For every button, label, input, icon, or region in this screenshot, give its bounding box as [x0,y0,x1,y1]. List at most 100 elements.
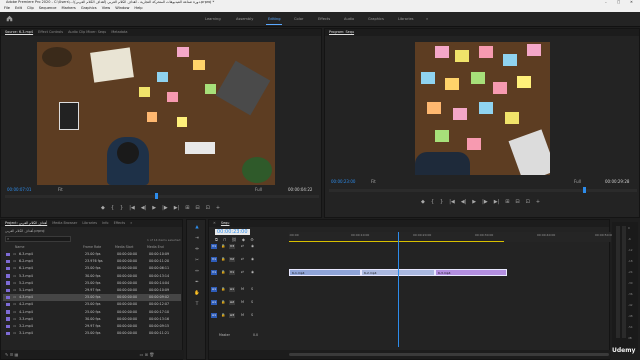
tab-info[interactable]: Info [102,220,108,227]
play-button[interactable]: ▶ [152,205,156,211]
program-mark-in-button[interactable]: { [431,199,434,205]
track-label[interactable]: V2 [229,257,235,262]
menu-graphics[interactable]: Graphics [81,5,97,12]
program-play-button[interactable]: ▶ [472,199,476,205]
program-go-to-out-button[interactable]: ▶| [494,199,500,205]
menu-sequence[interactable]: Sequence [39,5,57,12]
program-step-back-button[interactable]: ◀| [461,199,467,205]
workspace-libraries[interactable]: Libraries [398,17,414,21]
eye-icon[interactable]: ◉ [251,256,254,263]
clip-color-label[interactable] [6,331,10,336]
eye-icon[interactable]: ◉ [251,243,254,250]
track-select-tool-icon[interactable]: ⇥ [194,236,200,242]
project-item-row[interactable]: ▭ 4-3.mp4 25.00 fps 00:00:00:00 00:00:09:02 [3,294,181,301]
mute-icon[interactable]: M [241,286,244,293]
track-header-a1[interactable]: A1 🔒 A1 M S [209,286,285,293]
menu-view[interactable]: View [102,5,111,12]
workspace-more[interactable]: » [426,17,428,21]
source-patch[interactable]: V1 [211,257,217,262]
source-patch[interactable]: V1 [211,270,217,275]
mute-icon[interactable]: M [241,312,244,319]
tab-audio-clip-mixer[interactable]: Audio Clip Mixer: Sequ [68,29,106,36]
project-item-row[interactable]: ▭ 3-2.mp4 29.97 fps 00:00:00:00 00:00:09:15 [3,323,181,330]
tab-effects[interactable]: Effects [114,220,126,227]
home-icon[interactable] [6,15,13,22]
menu-edit[interactable]: Edit [15,5,22,12]
tab-project[interactable]: Project: أهداف الكلام العربي [5,220,47,227]
mute-icon[interactable]: M [241,299,244,306]
go-to-in-button[interactable]: |◀ [129,205,135,211]
clip-color-label[interactable] [6,259,10,264]
menu-window[interactable]: Window [115,5,129,12]
go-to-out-button[interactable]: ▶| [174,205,180,211]
tab-program[interactable]: Program: Sequ [329,29,354,36]
solo-icon[interactable]: S [251,299,253,306]
new-item-icon[interactable]: ⊞ [145,352,148,357]
tab-more[interactable]: » [130,220,132,227]
program-scrubber[interactable] [329,189,637,192]
tab-source[interactable]: Source: 6-3.mp4 [5,29,33,36]
project-item-row[interactable]: ▭ 3-3.mp4 30.00 fps 00:00:00:00 00:00:13:16 [3,316,181,323]
close-sequence-icon[interactable]: ✕ [213,220,216,227]
workspace-graphics[interactable]: Graphics [368,17,384,21]
track-label[interactable]: V1 [229,270,235,275]
source-quality-select[interactable]: Full [255,187,262,192]
project-item-row[interactable]: ▭ 4-1.mp4 25.00 fps 00:00:00:00 00:00:17:10 [3,309,181,316]
timeline-scrollbar[interactable] [209,350,611,359]
project-item-row[interactable]: ▭ 5-1.mp4 29.97 fps 00:00:00:00 00:00:10:09 [3,287,181,294]
ripple-edit-tool-icon[interactable]: ⇹ [194,247,200,253]
track-header-v2[interactable]: V1 🔒 V2 ⇄ ◉ [209,256,285,263]
project-item-row[interactable]: ▭ 5-3.mp4 30.00 fps 00:00:00:00 00:00:13:14 [3,273,181,280]
mark-out-button[interactable]: } [120,205,123,211]
tab-libraries[interactable]: Libraries [82,220,97,227]
solo-icon[interactable]: S [251,312,253,319]
lift-button[interactable]: ⊞ [505,199,509,205]
source-playhead[interactable] [155,193,158,199]
program-playhead[interactable] [583,187,586,193]
program-video-frame[interactable] [415,42,550,175]
track-header-v1[interactable]: V1 🔒 V1 ⇄ ◉ [209,269,285,276]
project-item-row[interactable]: ▭ 6-2.mp4 23.976 fps 00:00:00:00 00:00:11:20 [3,258,181,265]
clip-color-label[interactable] [6,295,10,300]
extract-button[interactable]: ⊟ [515,199,519,205]
program-step-forward-button[interactable]: |▶ [482,199,488,205]
clip-color-label[interactable] [6,324,10,328]
track-label[interactable]: A2 [229,300,235,305]
source-timecode-left[interactable]: 00:00:07:01 [7,187,31,192]
source-patch[interactable]: V1 [211,244,217,249]
overwrite-button[interactable]: ⊟ [195,205,199,211]
maximize-button[interactable]: □ [617,0,620,4]
program-export-frame-button[interactable]: ⊡ [526,199,530,205]
workspace-assembly[interactable]: Assembly [236,17,253,21]
slip-tool-icon[interactable]: ↔ [194,269,200,275]
track-header-v3[interactable]: V1 🔒 V3 ⇄ ◉ [209,243,285,250]
hand-tool-icon[interactable]: ✋ [194,291,200,297]
source-patch[interactable]: A1 [211,300,217,305]
project-item-row[interactable]: ▭ 6-1.mp4 25.00 fps 00:00:00:00 00:00:06:11 [3,265,181,272]
column-media-start[interactable]: Media Start [115,244,133,250]
linked-selection-icon[interactable]: ⛓ [232,237,239,242]
clip-color-label[interactable] [6,310,10,314]
lock-icon[interactable]: 🔒 [221,286,225,293]
lock-icon[interactable]: 🔒 [221,269,225,276]
lock-icon[interactable]: 🔒 [221,299,225,306]
tab-metadata[interactable]: Metadata [111,29,127,36]
workspace-color[interactable]: Color [294,17,303,21]
menu-file[interactable]: File [4,5,10,12]
snap-icon[interactable]: ⊓ [223,237,228,242]
menu-clip[interactable]: Clip [27,5,34,12]
button-editor[interactable]: + [216,205,220,211]
workspace-learning[interactable]: Learning [205,17,221,21]
new-bin-icon[interactable]: ▭ [140,352,144,357]
lock-icon[interactable]: 🔒 [221,312,225,319]
program-button-editor[interactable]: + [536,199,540,205]
project-item-row[interactable]: ▭ 6-3.mp4 25.00 fps 00:00:00:00 00:00:10:09 [3,251,181,258]
insert-button[interactable]: ⊞ [185,205,189,211]
sync-lock-icon[interactable]: ⇄ [241,269,244,276]
selection-tool-icon[interactable]: ▲ [194,225,200,231]
icon-view-icon[interactable]: ▦ [15,352,19,357]
program-timecode-left[interactable]: 00:00:23:00 [331,179,355,184]
tab-media-browser[interactable]: Media Browser [52,220,77,227]
source-scrubber[interactable] [5,195,319,198]
tab-effect-controls[interactable]: Effect Controls [38,29,63,36]
